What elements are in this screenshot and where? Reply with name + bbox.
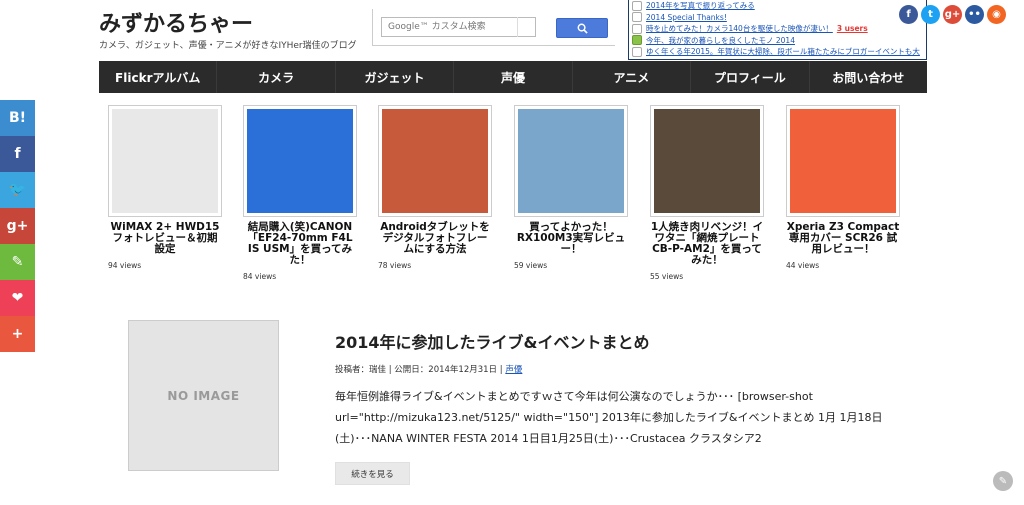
nav-item[interactable]: お問い合わせ [810,61,927,93]
popular-post-thumbnail[interactable] [378,105,492,217]
search-input[interactable] [381,17,536,37]
hatena-item-link[interactable]: ゆく年くる年2015。年賀状に大掃除、段ボール箱たたみにブロガーイベントも大 [646,46,920,57]
pocket-icon[interactable]: ❤ [0,280,35,316]
hatena-item-link[interactable]: 時を止めてみた！カメラ140台を駆使した映像が凄い！ [646,23,833,34]
read-more-button[interactable]: 続きを見る [335,462,410,485]
nav-item[interactable]: カメラ [217,61,336,93]
article-category-link[interactable]: 声優 [505,365,522,375]
twitter-icon[interactable]: 🐦 [0,172,35,208]
nav-item[interactable]: プロフィール [691,61,810,93]
popular-post: 結局購入(笑)CANON「EF24-70mm F4L IS USM」を買ってみた… [243,105,357,281]
feedback-icon[interactable]: ✎ [993,471,1013,491]
article-author: 投稿者：瑞佳 [335,365,387,375]
popular-post-thumbnail[interactable] [243,105,357,217]
share-bar: B! f 🐦 g+ ✎ ❤ + [0,100,35,352]
hatena-item[interactable]: 今年、我が家の暮らしを良くしたモノ 2014 [629,35,926,47]
rss-icon[interactable]: ◉ [987,5,1006,24]
site-title[interactable]: みずかるちゃー [99,6,253,38]
popular-post-views: 59 views [514,261,548,270]
popular-post: Androidタブレットをデジタルフォトフレームにする方法 78 views [378,105,492,270]
thumbnail-image [112,109,218,213]
googleplus-icon[interactable]: g+ [943,5,962,24]
hatena-recent-widget: 2014年を写真で振り返ってみる 2014 Special Thanks! 時を止め… [628,0,927,60]
popular-post-views: 44 views [786,261,820,270]
popular-post-title[interactable]: Androidタブレットをデジタルフォトフレームにする方法 [378,222,492,255]
hatena-item[interactable]: 2014年を写真で振り返ってみる [629,0,926,12]
hatena-users-count[interactable]: 3 users [837,24,868,33]
search-button[interactable] [556,18,608,38]
page-favicon-icon [632,46,642,57]
popular-post-thumbnail[interactable] [514,105,628,217]
nav-item[interactable]: 声優 [454,61,573,93]
popular-post-views: 78 views [378,261,412,270]
popular-post-title[interactable]: WiMAX 2+ HWD15 フォトレビュー＆初期設定 [108,222,222,255]
hatena-item-link[interactable]: 今年、我が家の暮らしを良くしたモノ 2014 [646,35,795,46]
flickr-icon[interactable]: •• [965,5,984,24]
popular-post-title[interactable]: 結局購入(笑)CANON「EF24-70mm F4L IS USM」を買ってみた… [243,222,357,266]
thumbnail-image [654,109,760,213]
site-description: カメラ、ガジェット、声優・アニメが好きなIYHer瑞佳のブログ [99,41,357,51]
evernote-icon[interactable]: ✎ [0,244,35,280]
page-favicon-icon [632,35,642,46]
popular-post: 買ってよかった！RX100M3実写レビュー！ 59 views [514,105,628,270]
popular-post-title[interactable]: Xperia Z3 Compact専用カバー SCR26 試用レビュー！ [786,222,900,255]
popular-post: Xperia Z3 Compact専用カバー SCR26 試用レビュー！ 44 v… [786,105,900,270]
more-share-icon[interactable]: + [0,316,35,352]
article-excerpt: 毎年恒例誰得ライブ&イベントまとめですｗさて今年は何公演なのでしょうか･･･ [… [335,390,883,445]
nav-item[interactable]: ガジェット [336,61,455,93]
popular-post-title[interactable]: 1人焼き肉リベンジ！イワタニ「網焼プレート CB-P-AM2」を買ってみた！ [650,222,764,266]
thumbnail-image [790,109,896,213]
popular-post: 1人焼き肉リベンジ！イワタニ「網焼プレート CB-P-AM2」を買ってみた！ 55… [650,105,764,281]
search-input-divider [517,17,536,37]
popular-post: WiMAX 2+ HWD15 フォトレビュー＆初期設定 94 views [108,105,222,270]
page-favicon-icon [632,12,642,23]
hatena-item[interactable]: ゆく年くる年2015。年賀状に大掃除、段ボール箱たたみにブロガーイベントも大 [629,46,926,58]
article-thumbnail[interactable]: NO IMAGE [128,320,279,471]
thumbnail-image [518,109,624,213]
hatena-item-link[interactable]: 2014年を写真で振り返ってみる [646,0,755,11]
page-favicon-icon [632,23,642,34]
popular-post-thumbnail[interactable] [650,105,764,217]
page-favicon-icon [632,0,642,11]
article-meta: 投稿者：瑞佳 | 公開日：2014年12月31日 | 声優 [335,363,522,375]
popular-post-views: 84 views [243,272,277,281]
main-nav: Flickrアルバム カメラ ガジェット 声優 アニメ プロフィール お問い合わせ [99,61,927,93]
hatena-item-link[interactable]: 2014 Special Thanks! [646,13,727,22]
googleplus-icon[interactable]: g+ [0,208,35,244]
popular-post-views: 55 views [650,272,684,281]
hatena-item[interactable]: 時を止めてみた！カメラ140台を駆使した映像が凄い！ 3 users [629,23,926,35]
popular-post-thumbnail[interactable] [108,105,222,217]
article-date: 公開日：2014年12月31日 [394,365,498,375]
thumbnail-image [247,109,353,213]
twitter-icon[interactable]: t [921,5,940,24]
nav-item[interactable]: Flickrアルバム [99,61,218,93]
facebook-icon[interactable]: f [899,5,918,24]
hatena-bookmark-icon[interactable]: B! [0,100,35,136]
article-title[interactable]: 2014年に参加したライブ&イベントまとめ [335,329,650,353]
search-icon [577,23,588,34]
thumbnail-image [382,109,488,213]
nav-item[interactable]: アニメ [573,61,692,93]
social-follow-icons: f t g+ •• ◉ [899,5,1006,24]
hatena-item[interactable]: 2014 Special Thanks! [629,12,926,24]
popular-post-title[interactable]: 買ってよかった！RX100M3実写レビュー！ [514,222,628,255]
facebook-icon[interactable]: f [0,136,35,172]
popular-post-thumbnail[interactable] [786,105,900,217]
popular-post-views: 94 views [108,261,142,270]
